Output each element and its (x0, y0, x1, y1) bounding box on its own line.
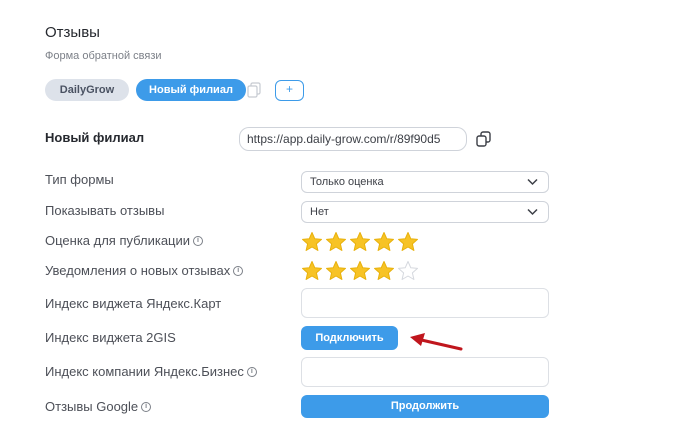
publish-rating-label-text: Оценка для публикации (45, 233, 191, 248)
chevron-down-icon (527, 178, 538, 186)
google-reviews-label: Отзывы Google i (45, 399, 152, 414)
yandex-maps-widget-input[interactable] (301, 288, 549, 318)
continue-button[interactable]: Продолжить (301, 395, 549, 418)
star-filled-icon[interactable] (301, 260, 323, 281)
show-reviews-label: Показывать отзывы (45, 203, 164, 218)
star-filled-icon[interactable] (373, 231, 395, 252)
info-icon[interactable]: i (193, 235, 204, 246)
publish-rating-label: Оценка для публикации i (45, 233, 204, 248)
form-type-select[interactable]: Только оценка (301, 171, 549, 193)
tab-dailygrow[interactable]: DailyGrow (45, 79, 129, 101)
review-url-field[interactable]: https://app.daily-grow.com/r/89f90d5 (239, 127, 467, 151)
publish-rating-stars[interactable] (301, 231, 419, 252)
add-branch-button[interactable]: + (275, 80, 304, 101)
notifications-label: Уведомления о новых отзывах i (45, 263, 244, 278)
google-reviews-label-text: Отзывы Google (45, 399, 139, 414)
show-reviews-value: Нет (310, 206, 329, 218)
copy-icon[interactable] (247, 82, 261, 98)
chevron-down-icon (527, 208, 538, 216)
pointer-arrow-icon (410, 333, 463, 351)
copy-url-icon[interactable] (476, 131, 491, 147)
gis-widget-label-text: Индекс виджета 2GIS (45, 330, 176, 345)
tab-new-branch[interactable]: Новый филиал (136, 79, 246, 101)
yandex-business-label-text: Индекс компании Яндекс.Бизнес (45, 364, 244, 379)
info-icon[interactable]: i (246, 366, 257, 377)
show-reviews-label-text: Показывать отзывы (45, 203, 165, 218)
yandex-maps-widget-label: Индекс виджета Яндекс.Карт (45, 296, 221, 311)
show-reviews-select[interactable]: Нет (301, 201, 549, 223)
notifications-label-text: Уведомления о новых отзывах (45, 263, 231, 278)
yandex-business-input[interactable] (301, 357, 549, 387)
gis-widget-label: Индекс виджета 2GIS (45, 330, 176, 345)
connect-button[interactable]: Подключить (301, 326, 398, 350)
form-type-label-text: Тип формы (45, 172, 114, 187)
yandex-business-label: Индекс компании Яндекс.Бизнес i (45, 364, 257, 379)
star-filled-icon[interactable] (325, 260, 347, 281)
star-filled-icon[interactable] (349, 231, 371, 252)
yandex-maps-widget-label-text: Индекс виджета Яндекс.Карт (45, 296, 222, 311)
star-filled-icon[interactable] (349, 260, 371, 281)
star-filled-icon[interactable] (373, 260, 395, 281)
star-filled-icon[interactable] (397, 231, 419, 252)
page-subtitle: Форма обратной связи (45, 50, 162, 62)
branch-title: Новый филиал (45, 130, 145, 145)
page-title: Отзывы (45, 24, 100, 41)
notifications-stars[interactable] (301, 260, 419, 281)
star-empty-icon[interactable] (397, 260, 419, 281)
form-type-value: Только оценка (310, 176, 384, 188)
star-filled-icon[interactable] (301, 231, 323, 252)
info-icon[interactable]: i (141, 401, 152, 412)
form-type-label: Тип формы (45, 172, 114, 187)
star-filled-icon[interactable] (325, 231, 347, 252)
info-icon[interactable]: i (233, 265, 244, 276)
